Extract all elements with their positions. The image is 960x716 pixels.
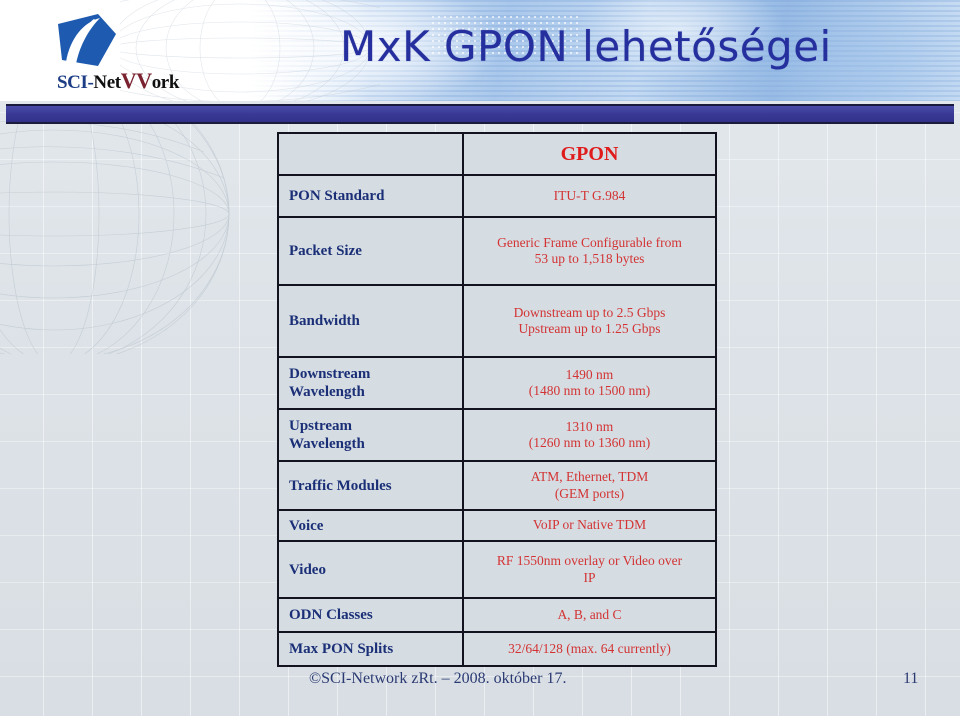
logo-text-sci: SCI- — [56, 72, 94, 93]
row-value-packet-size: Generic Frame Configurable from 53 up to … — [462, 216, 717, 286]
header-value-cell: GPON — [462, 132, 717, 176]
row-value-voice: VoIP or Native TDM — [462, 509, 717, 542]
value-line-1: A, B, and C — [557, 606, 622, 622]
value-line-2: 53 up to 1,518 bytes — [534, 251, 645, 266]
label-line-2: Wavelength — [289, 436, 365, 452]
row-label-downstream-wavelength: Downstream Wavelength — [277, 356, 464, 410]
wireframe-globe-graphic — [0, 104, 230, 354]
row-value-upstream-wavelength: 1310 nm (1260 nm to 1360 nm) — [462, 408, 717, 462]
value-line-1: ITU-T G.984 — [553, 187, 626, 203]
value-line-1: 1310 nm — [565, 418, 614, 434]
table-header-row: GPON — [277, 132, 717, 176]
row-label-voice: Voice — [277, 509, 464, 542]
header-divider-bar — [6, 104, 954, 124]
value-line-1: 1490 nm — [565, 366, 614, 382]
value-line-2: IP — [583, 569, 596, 585]
table-row: Voice VoIP or Native TDM — [277, 509, 717, 542]
footer-copyright: ©SCI-Network zRt. – 2008. október 17. — [309, 670, 567, 687]
logo-text-net: Net — [93, 72, 121, 93]
row-value-pon-standard: ITU-T G.984 — [462, 174, 717, 218]
table-row: ODN Classes A, B, and C — [277, 597, 717, 633]
label-line-2: Wavelength — [289, 384, 365, 400]
row-label-max-pon-splits: Max PON Splits — [277, 631, 464, 667]
slide-canvas: SCI-NetVVork MxK GPON lehetőségei GPON P… — [0, 0, 960, 716]
label-line-1: Upstream — [289, 418, 353, 434]
value-line-2: (GEM ports) — [554, 485, 625, 501]
table-row: Upstream Wavelength 1310 nm (1260 nm to 13… — [277, 408, 717, 462]
row-value-traffic-modules: ATM, Ethernet, TDM (GEM ports) — [462, 460, 717, 511]
label-line-1: Downstream — [289, 366, 371, 382]
row-label-bandwidth: Bandwidth — [277, 284, 464, 358]
row-label-upstream-wavelength: Upstream Wavelength — [277, 408, 464, 462]
row-label-traffic-modules: Traffic Modules — [277, 460, 464, 511]
row-value-max-pon-splits: 32/64/128 (max. 64 currently) — [462, 631, 717, 667]
logo-wordmark: SCI-NetVVork — [34, 68, 202, 94]
table-row: Downstream Wavelength 1490 nm (1480 nm to … — [277, 356, 717, 410]
company-logo: SCI-NetVVork — [32, 12, 202, 94]
value-line-1: RF 1550nm overlay or Video over — [496, 553, 683, 569]
row-value-bandwidth: Downstream up to 2.5 Gbps Upstream up to … — [462, 284, 717, 358]
slide-header: SCI-NetVVork MxK GPON lehetőségei — [0, 0, 960, 101]
value-line-1: Generic Frame Configurable from — [497, 234, 682, 250]
page-title: MxK GPON lehetőségei — [340, 22, 832, 71]
value-line-1: VoIP or Native TDM — [532, 517, 647, 533]
value-line-1: ATM, Ethernet, TDM — [530, 469, 649, 485]
table-row: Packet Size Generic Frame Configurable f… — [277, 216, 717, 286]
row-value-odn-classes: A, B, and C — [462, 597, 717, 633]
gpon-spec-table: GPON PON Standard ITU-T G.984 Packet Siz… — [277, 132, 717, 667]
value-line-1: 32/64/128 (max. 64 currently) — [508, 640, 671, 656]
table-row: Bandwidth Downstream up to 2.5 Gbps Upstr… — [277, 284, 717, 358]
logo-text-w: VV — [120, 68, 152, 93]
row-label-odn-classes: ODN Classes — [277, 597, 464, 633]
row-label-packet-size: Packet Size — [277, 216, 464, 286]
row-value-downstream-wavelength: 1490 nm (1480 nm to 1500 nm) — [462, 356, 717, 410]
table-row: Video RF 1550nm overlay or Video over IP — [277, 540, 717, 599]
value-line-2: (1480 nm to 1500 nm) — [528, 383, 651, 398]
header-label-cell — [277, 132, 464, 176]
table-row: PON Standard ITU-T G.984 — [277, 174, 717, 218]
footer-page-number: 11 — [903, 670, 919, 687]
row-label-pon-standard: PON Standard — [277, 174, 464, 218]
spec-table-body: GPON PON Standard ITU-T G.984 Packet Siz… — [277, 132, 717, 667]
value-line-1: Downstream up to 2.5 Gbps — [513, 304, 666, 320]
row-label-video: Video — [277, 540, 464, 599]
leaf-swoosh-logo-icon — [58, 14, 116, 66]
table-row: Traffic Modules ATM, Ethernet, TDM (GEM p… — [277, 460, 717, 511]
logo-text-ork: ork — [151, 72, 180, 93]
row-value-video: RF 1550nm overlay or Video over IP — [462, 540, 717, 599]
value-line-2: Upstream up to 1.25 Gbps — [518, 321, 661, 336]
value-line-2: (1260 nm to 1360 nm) — [528, 435, 651, 450]
table-row: Max PON Splits 32/64/128 (max. 64 curren… — [277, 631, 717, 667]
